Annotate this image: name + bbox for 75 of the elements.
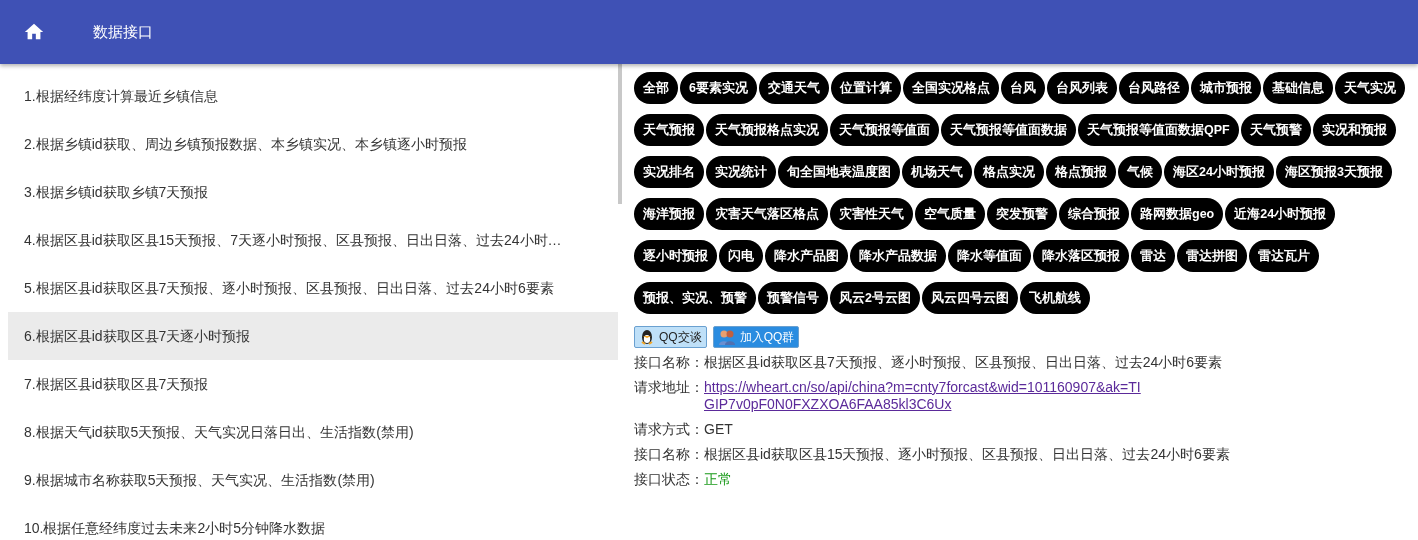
api-list-item[interactable]: 8.根据天气id获取5天预报、天气实况日落日出、生活指数(禁用) bbox=[8, 408, 618, 456]
category-tag[interactable]: 6要素实况 bbox=[680, 72, 757, 104]
category-tag[interactable]: 天气预警 bbox=[1240, 114, 1311, 146]
api-list-item[interactable]: 6.根据区县id获取区县7天逐小时预报 bbox=[8, 312, 618, 360]
category-tag[interactable]: 海洋预报 bbox=[634, 198, 704, 230]
category-tag[interactable]: 预报、实况、预警 bbox=[634, 282, 756, 314]
detail-value: 根据区县id获取区县15天预报、逐小时预报、区县预报、日出日落、过去24小时6要素 bbox=[704, 446, 1230, 462]
category-tag[interactable]: 海区24小时预报 bbox=[1164, 156, 1274, 188]
detail-value: GET bbox=[704, 421, 733, 437]
category-tag[interactable]: 天气预报等值面 bbox=[830, 114, 939, 146]
api-list-item[interactable]: 1.根据经纬度计算最近乡镇信息 bbox=[8, 72, 618, 120]
detail-label: 接口名称： bbox=[634, 354, 704, 370]
category-tag[interactable]: 灾害性天气 bbox=[830, 198, 913, 230]
category-tag[interactable]: 台风路径 bbox=[1118, 72, 1189, 104]
category-tag[interactable]: 逐小时预报 bbox=[634, 240, 717, 272]
category-tag[interactable]: 机场天气 bbox=[902, 156, 972, 188]
api-list-item[interactable]: 7.根据区县id获取区县7天预报 bbox=[8, 360, 618, 408]
api-list-item[interactable]: 10.根据任意经纬度过去未来2小时5分钟降水数据 bbox=[8, 504, 618, 540]
qq-button[interactable]: 加入QQ群 bbox=[712, 326, 800, 348]
category-tag[interactable]: 降水产品数据 bbox=[850, 240, 946, 272]
category-tag[interactable]: 降水落区预报 bbox=[1033, 240, 1129, 272]
category-tag[interactable]: 降水等值面 bbox=[948, 240, 1031, 272]
category-tag[interactable]: 空气质量 bbox=[915, 198, 985, 230]
page-title: 数据接口 bbox=[93, 22, 153, 42]
category-tag[interactable]: 雷达瓦片 bbox=[1249, 240, 1319, 272]
category-tag[interactable]: 风云2号云图 bbox=[830, 282, 920, 314]
category-tag[interactable]: 天气预报 bbox=[634, 114, 704, 146]
api-list-item[interactable]: 3.根据乡镇id获取乡镇7天预报 bbox=[8, 168, 618, 216]
penguin-icon bbox=[639, 329, 655, 345]
qq-button[interactable]: QQ交谈 bbox=[634, 326, 707, 348]
category-tag[interactable]: 气候 bbox=[1118, 156, 1162, 188]
category-tag[interactable]: 台风列表 bbox=[1046, 72, 1117, 104]
category-tag[interactable]: 预警信号 bbox=[758, 282, 828, 314]
detail-label: 接口名称： bbox=[634, 446, 704, 462]
detail-value: 根据区县id获取区县7天预报、逐小时预报、区县预报、日出日落、过去24小时6要素 bbox=[704, 354, 1223, 370]
status-value: 正常 bbox=[704, 471, 732, 487]
category-tag[interactable]: 台风 bbox=[1000, 72, 1045, 104]
category-tag[interactable]: 天气预报等值面数据QPF bbox=[1078, 114, 1239, 146]
category-tag[interactable]: 海区预报3天预报 bbox=[1275, 156, 1392, 188]
category-tag[interactable]: 风云四号云图 bbox=[921, 282, 1018, 314]
category-tag[interactable]: 灾害天气落区格点 bbox=[706, 198, 828, 230]
category-tag[interactable]: 城市预报 bbox=[1190, 72, 1261, 104]
category-tag[interactable]: 天气预报格点实况 bbox=[706, 114, 828, 146]
category-tag[interactable]: 路网数据geo bbox=[1131, 198, 1224, 230]
category-tag[interactable]: 实况统计 bbox=[706, 156, 776, 188]
api-list-item[interactable]: 9.根据城市名称获取5天预报、天气实况、生活指数(禁用) bbox=[8, 456, 618, 504]
category-tag[interactable]: 天气预报等值面数据 bbox=[941, 114, 1076, 146]
category-tag[interactable]: 雷达 bbox=[1131, 240, 1175, 272]
category-tag[interactable]: 交通天气 bbox=[758, 72, 829, 104]
api-list-item[interactable]: 2.根据乡镇id获取、周边乡镇预报数据、本乡镇实况、本乡镇逐小时预报 bbox=[8, 120, 618, 168]
category-tag[interactable]: 突发预警 bbox=[987, 198, 1057, 230]
detail-label: 请求方式： bbox=[634, 421, 704, 437]
category-tag[interactable]: 近海24小时预报 bbox=[1225, 198, 1336, 230]
category-tag[interactable]: 飞机航线 bbox=[1019, 282, 1090, 314]
category-tag[interactable]: 降水产品图 bbox=[765, 240, 848, 272]
api-list-item[interactable]: 5.根据区县id获取区县7天预报、逐小时预报、区县预报、日出日落、过去24小时6要素 bbox=[8, 264, 618, 312]
category-tag[interactable]: 格点实况 bbox=[974, 156, 1044, 188]
category-tag[interactable]: 旬全国地表温度图 bbox=[778, 156, 900, 188]
category-tag[interactable]: 实况排名 bbox=[634, 156, 704, 188]
detail-label: 请求地址： bbox=[634, 379, 704, 395]
scrollbar[interactable] bbox=[618, 64, 622, 204]
category-tag[interactable]: 实况和预报 bbox=[1312, 114, 1396, 146]
category-tag[interactable]: 位置计算 bbox=[830, 72, 901, 104]
category-tag[interactable]: 综合预报 bbox=[1059, 198, 1129, 230]
category-tag[interactable]: 全部 bbox=[634, 72, 678, 104]
people-icon bbox=[717, 328, 736, 346]
category-tag[interactable]: 格点预报 bbox=[1046, 156, 1116, 188]
category-tag[interactable]: 基础信息 bbox=[1262, 72, 1333, 104]
category-tag[interactable]: 全国实况格点 bbox=[902, 72, 999, 104]
api-list-item[interactable]: 4.根据区县id获取区县15天预报、7天逐小时预报、区县预报、日出日落、过去24小时… bbox=[8, 216, 618, 264]
category-tag[interactable]: 闪电 bbox=[719, 240, 763, 272]
request-url-link[interactable]: https://wheart.cn/so/api/china?m=cnty7forcast&wid=101160907&ak=TIGIP7v0pF0N0FXZXOA6FAA85kl3C6Ux bbox=[704, 379, 1144, 413]
category-tag[interactable]: 天气实况 bbox=[1334, 72, 1405, 104]
detail-label: 接口状态： bbox=[634, 471, 704, 487]
category-tag[interactable]: 雷达拼图 bbox=[1177, 240, 1247, 272]
